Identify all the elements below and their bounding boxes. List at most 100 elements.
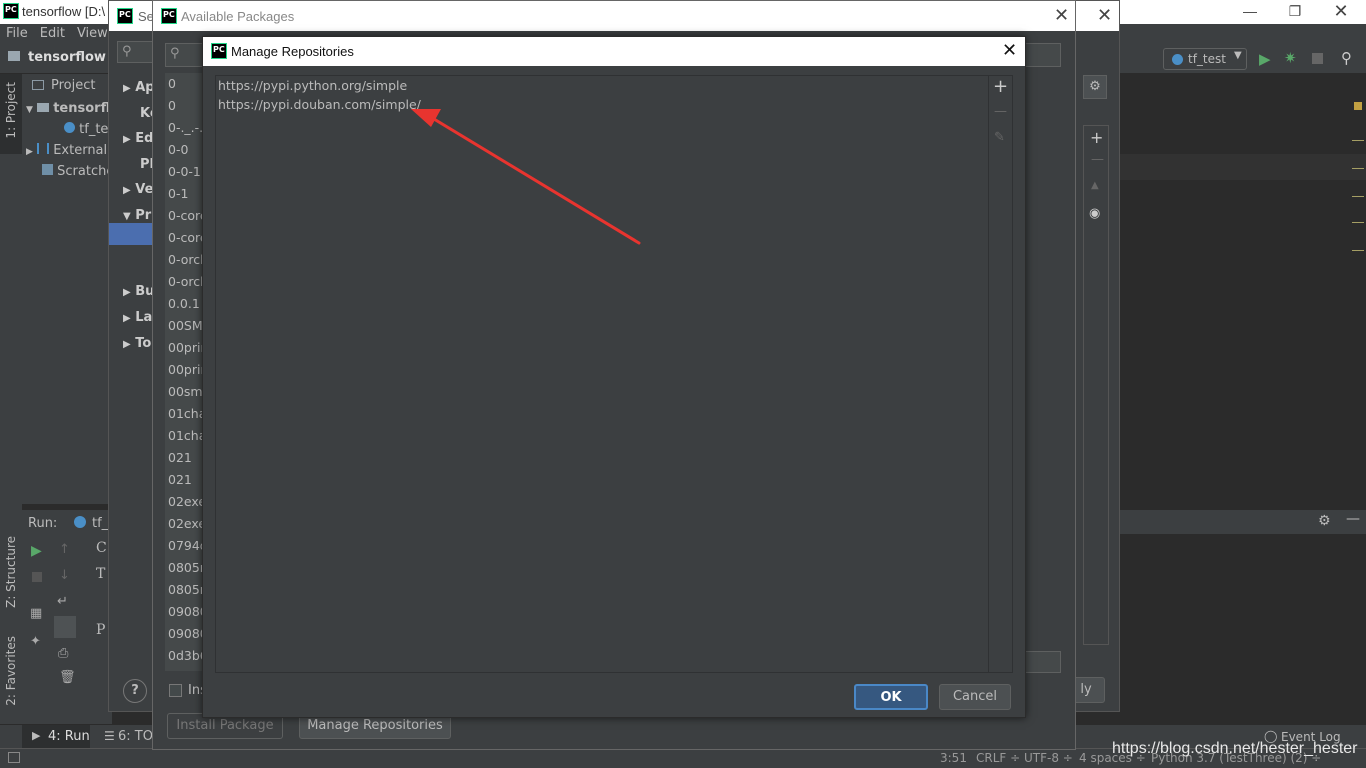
package-item[interactable]: 0794d [165,535,203,557]
print-icon[interactable]: ⎙ [58,646,68,661]
package-item[interactable]: 0-0-1 [165,161,203,183]
restore-icon[interactable]: ❐ [1272,0,1318,24]
stop-icon[interactable] [1312,53,1323,64]
package-item[interactable]: 00prin [165,359,203,381]
hide-icon[interactable]: — [1346,511,1360,527]
breadcrumb[interactable]: tensorflow [28,50,106,65]
menu-edit[interactable]: Edit [34,24,71,41]
search-icon: ⚲ [170,46,180,61]
package-item[interactable]: 0-orch [165,249,203,271]
package-item[interactable]: 0-0 [165,139,203,161]
project-tool-tab[interactable]: 1: Project [0,74,22,154]
caret-position[interactable]: 3:51 [940,751,967,765]
tree-label: External [53,143,108,158]
package-item[interactable]: 0-orch [165,271,203,293]
library-icon [37,143,50,154]
rerun-icon[interactable]: ▶ [31,543,42,559]
python-file-icon [64,122,75,133]
minimize-icon[interactable]: — [1227,0,1273,24]
package-item[interactable]: 02exe [165,491,203,513]
remove-icon[interactable]: — [1091,152,1104,167]
run-icon[interactable]: ▶ [1259,50,1271,68]
marker-3 [1352,196,1364,197]
package-item[interactable]: 0805n [165,557,203,579]
annotation-arrow [411,109,641,245]
run-label: Run: [28,516,58,531]
install-user-checkbox[interactable] [169,684,182,697]
package-search-input-end[interactable] [1021,43,1061,67]
help-button[interactable]: ? [123,679,147,703]
project-view-label[interactable]: Project [51,78,95,93]
line-separator[interactable]: CRLF ÷ [976,751,1020,765]
project-tool-label: 1: Project [4,82,18,139]
settings-search-input[interactable]: ⚲ [117,41,155,63]
warning-marker [1354,102,1362,110]
ok-button[interactable]: OK [854,684,928,710]
pin-icon[interactable]: ✦ [30,634,41,649]
package-item[interactable]: 0-core [165,227,203,249]
add-icon[interactable]: + [1090,128,1103,147]
marker-4 [1352,222,1364,223]
cancel-button[interactable]: Cancel [939,684,1011,710]
package-item[interactable]: 021 [165,447,203,469]
tree-item-scratches[interactable]: Scratche [22,161,112,182]
search-icon[interactable]: ⚲ [1341,49,1352,67]
tree-item-root[interactable]: ▼ tensorfl [22,98,112,119]
trash-icon[interactable]: 🗑 [59,670,76,685]
package-list[interactable]: 000-._.-._0-00-0-10-10-core0-core0-orch0… [165,73,203,671]
package-item[interactable]: 09080 [165,601,203,623]
left-tool-strip: 1: Project Z: Structure 2: Favorites [0,74,22,746]
favorites-tool-tab[interactable]: 2: Favorites [4,636,18,706]
package-item[interactable]: 00prin [165,337,203,359]
package-item[interactable]: 02exe [165,513,203,535]
search-icon: ⚲ [122,44,132,59]
file-encoding[interactable]: UTF-8 ÷ [1024,751,1073,765]
package-item[interactable]: 09080 [165,623,203,645]
folder-icon [37,103,50,112]
eye-icon[interactable]: ◉ [1089,206,1100,221]
stop-icon[interactable] [32,572,42,582]
close-icon[interactable]: ✕ [1097,5,1112,26]
package-item[interactable]: 021 [165,469,203,491]
package-item[interactable]: 0.0.1 [165,293,203,315]
down-icon[interactable]: ↓ [59,568,70,583]
package-item[interactable]: 01cha [165,425,203,447]
tree-item-file[interactable]: tf_tes [22,119,112,140]
package-item[interactable]: 0-core [165,205,203,227]
package-item[interactable]: 00SMA [165,315,203,337]
scroll-end-icon[interactable] [54,616,76,638]
run-config-select[interactable]: tf_test ▼ [1163,48,1247,70]
package-item[interactable]: 0 [165,73,203,95]
menu-file[interactable]: File [0,24,34,41]
package-item[interactable]: 0-._.-._ [165,117,203,139]
run-panel-header-right: ⚙ — [1120,510,1366,534]
close-icon[interactable]: ✕ [1318,0,1364,24]
package-item[interactable]: 0805n [165,579,203,601]
gear-icon[interactable]: ⚙ [1318,513,1331,529]
up-icon[interactable]: ↑ [59,542,70,557]
package-item[interactable]: 0d3b6 [165,645,203,667]
list-icon: ☰ [104,729,115,743]
play-icon: ▶ [32,729,41,742]
package-item[interactable]: 01cha [165,403,203,425]
layout-icon[interactable]: ▦ [30,606,42,621]
package-item[interactable]: 00sma [165,381,203,403]
run-config-label: tf_test [1188,52,1226,66]
up-icon[interactable]: ▲ [1091,180,1099,191]
tool-windows-icon[interactable] [8,752,20,763]
wrap-icon[interactable]: ↵ [57,594,68,609]
console-line-2: T [96,566,106,582]
settings-gear-button[interactable]: ⚙ [1083,75,1107,99]
debug-icon[interactable]: ✷ [1284,49,1297,67]
package-search-input[interactable]: ⚲ [165,43,205,67]
package-item[interactable]: 0 [165,95,203,117]
run-tool-tab[interactable]: ▶ 4: Run [22,725,90,749]
tree-label: Scratche [57,164,112,179]
tree-item-external[interactable]: ▶ External [22,140,112,161]
pycharm-logo-icon: PC [117,8,133,24]
structure-tool-tab[interactable]: Z: Structure [4,536,18,608]
package-item[interactable]: 0-1 [165,183,203,205]
close-icon[interactable]: ✕ [1054,5,1069,26]
editor-area[interactable] [1120,74,1366,484]
pycharm-logo-icon: PC [161,8,177,24]
